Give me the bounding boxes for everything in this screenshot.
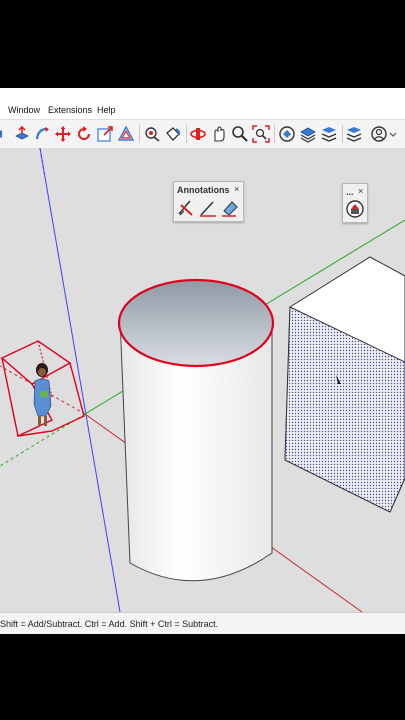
zoom-icon[interactable] — [231, 125, 249, 143]
styles-icon[interactable] — [345, 125, 363, 143]
annotations-panel: Annotations × — [173, 181, 244, 222]
erase-annotation-icon[interactable] — [220, 197, 240, 219]
warehouse-icon[interactable] — [278, 125, 296, 143]
main-toolbar — [0, 119, 405, 149]
offset-icon[interactable] — [117, 125, 135, 143]
model-info-icon[interactable] — [345, 199, 365, 219]
paint-bucket-icon[interactable] — [164, 125, 182, 143]
partial-tool-icon[interactable] — [0, 125, 10, 143]
blue-axis — [39, 148, 121, 612]
mini-panel-title: ... — [346, 187, 354, 197]
move-icon[interactable] — [54, 125, 72, 143]
tape-measure-icon[interactable] — [143, 125, 161, 143]
rotate-icon[interactable] — [75, 125, 93, 143]
cylinder-object[interactable] — [117, 278, 275, 582]
pan-icon[interactable] — [210, 125, 228, 143]
close-icon[interactable]: × — [358, 186, 363, 196]
annotations-panel-title: Annotations — [177, 185, 230, 195]
sketchup-window: Window Extensions Help Annotations × ...… — [0, 88, 405, 634]
mini-toolbar-panel: ... × — [342, 183, 368, 223]
follow-me-icon[interactable] — [34, 125, 52, 143]
chevron-down-icon[interactable] — [388, 125, 398, 143]
menu-help[interactable]: Help — [97, 105, 116, 115]
menu-window[interactable]: Window — [8, 105, 40, 115]
text-annotation-icon[interactable] — [176, 197, 196, 219]
menu-bar: Window Extensions Help — [0, 102, 405, 118]
close-icon[interactable]: × — [234, 184, 239, 194]
zoom-extents-icon[interactable] — [252, 125, 270, 143]
menu-extensions[interactable]: Extensions — [48, 105, 92, 115]
person-component[interactable] — [0, 340, 85, 438]
line-annotation-icon[interactable] — [198, 197, 218, 219]
layers-icon[interactable] — [320, 125, 338, 143]
extension-warehouse-icon[interactable] — [299, 125, 317, 143]
status-text: Shift = Add/Subtract. Ctrl = Add. Shift … — [0, 619, 219, 629]
profile-icon[interactable] — [370, 125, 388, 143]
cube-object[interactable] — [284, 256, 405, 513]
orbit-icon[interactable] — [189, 125, 207, 143]
push-pull-icon[interactable] — [13, 125, 31, 143]
scale-icon[interactable] — [96, 125, 114, 143]
model-viewport[interactable]: Annotations × ... × — [0, 148, 405, 612]
status-bar: Shift = Add/Subtract. Ctrl = Add. Shift … — [0, 612, 405, 634]
title-bar — [0, 88, 405, 103]
